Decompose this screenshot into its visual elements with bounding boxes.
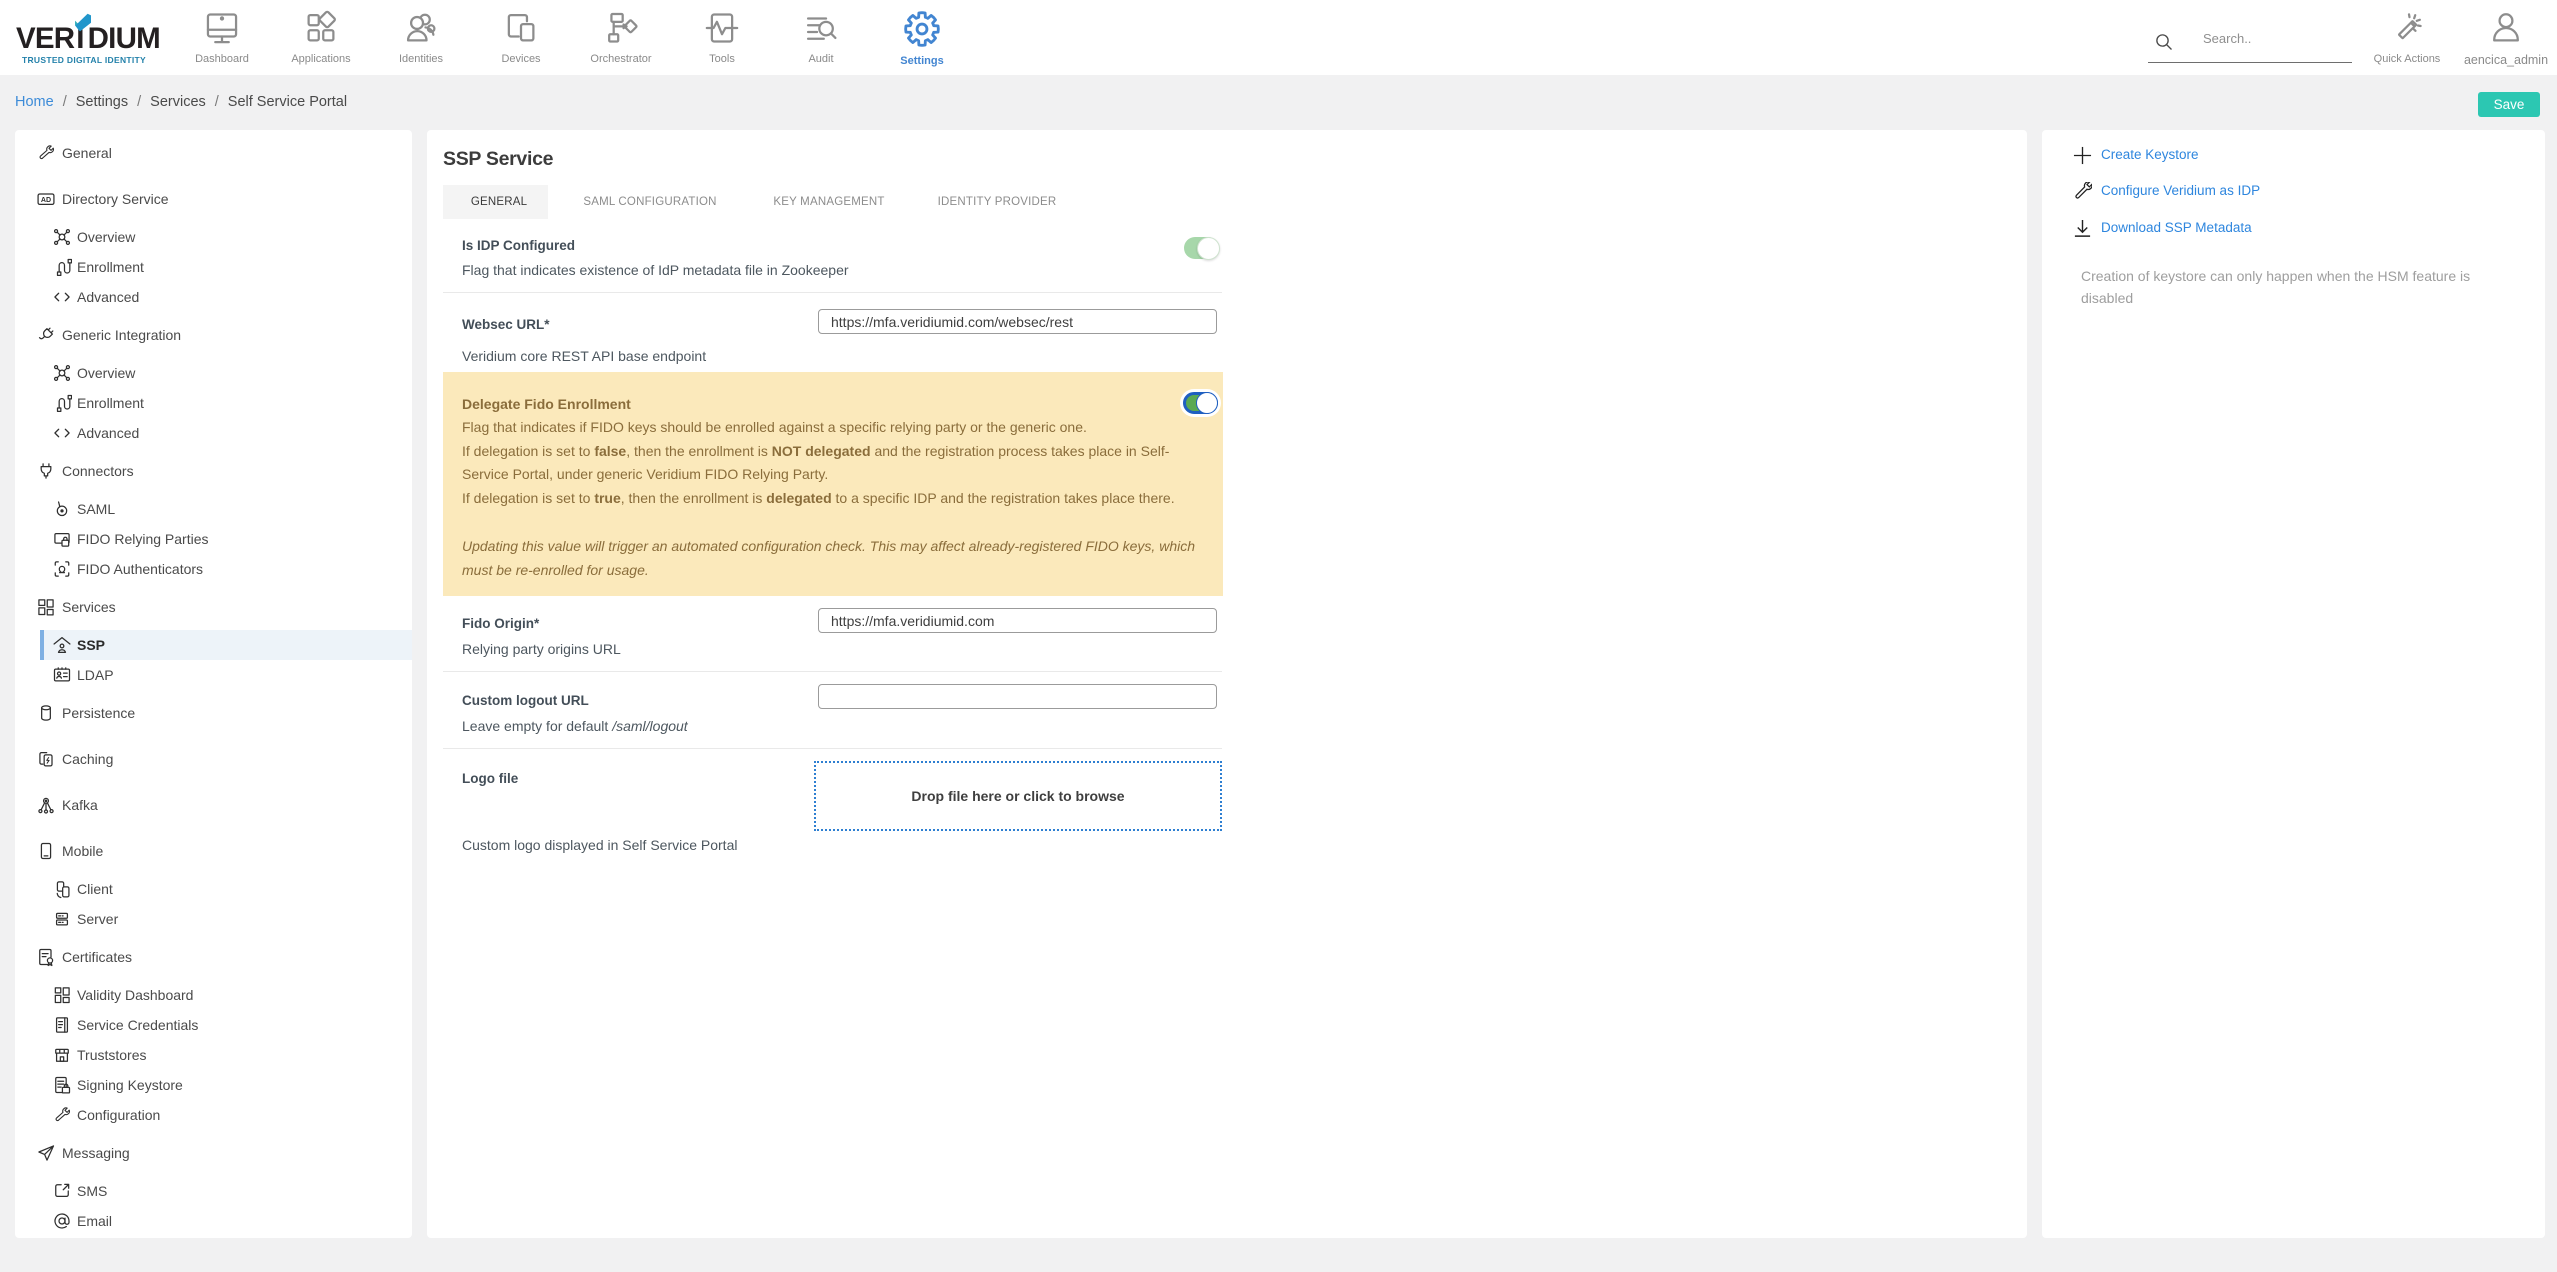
- svg-text:AD: AD: [41, 196, 51, 204]
